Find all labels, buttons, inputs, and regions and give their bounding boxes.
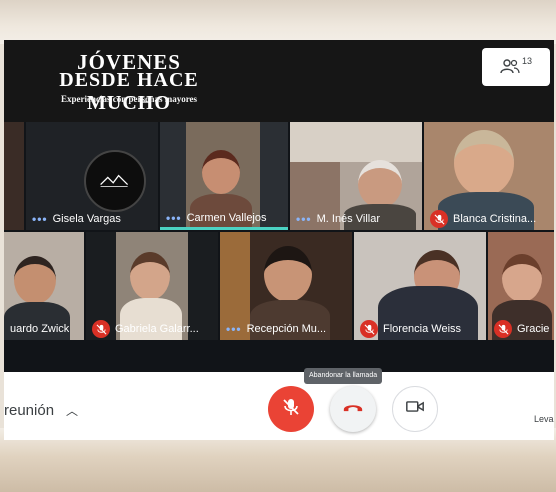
participant-tile-gracie[interactable]: Gracie [488,232,554,340]
microphone-toggle-button[interactable] [268,386,314,432]
participant-name: M. Inés Villar [316,213,380,225]
participant-name: Gracie [517,323,550,335]
participant-tile-florencia[interactable]: Florencia Weiss [354,232,486,340]
mic-off-icon [360,320,378,338]
phone-hangup-icon [342,400,364,418]
participant-tile-ines[interactable]: ••• M. Inés Villar [290,122,422,230]
participant-name: Recepción Mu... [246,323,327,335]
participants-count: 13 [521,56,532,66]
participant-name: Blanca Cristina... [453,213,537,225]
audio-dots-icon: ••• [296,212,312,226]
participant-video [454,130,514,196]
mic-off-icon [430,210,448,228]
presentation-banner: JÓVENES DESDE HACE MUCHO Experiencias co… [4,40,554,122]
people-icon [500,58,520,76]
camera-toggle-button[interactable] [392,386,438,432]
chevron-up-icon[interactable]: ︿ [66,402,78,419]
participant-name: Carmen Vallejos [186,211,267,224]
participant-tile-blanca[interactable]: Blanca Cristina... [424,122,554,230]
participant-video [14,256,56,304]
participants-button[interactable]: 13 [482,48,550,86]
participant-name: Gabriela Galarr... [115,323,199,335]
meeting-details-label[interactable]: reunión [4,402,54,419]
participant-tile-carmen[interactable]: ••• Carmen Vallejos [160,122,288,230]
participants-grid: ••• Gisela Vargas ••• Carmen Vallejos ••… [4,122,554,372]
mic-off-icon [281,397,301,422]
participant-name: uardo Zwick [10,323,70,335]
participant-tile-gisela[interactable]: ••• Gisela Vargas [26,122,158,230]
participant-tile-edge[interactable] [4,122,24,230]
audio-dots-icon: ••• [32,212,48,226]
participant-tile-eduardo[interactable]: uardo Zwick [4,232,84,340]
participant-tile-gabriela[interactable]: Gabriela Galarr... [86,232,218,340]
participant-video [130,252,170,300]
side-label[interactable]: Leva [534,414,554,424]
participant-video [264,246,312,302]
video-call-window: JÓVENES DESDE HACE MUCHO Experiencias co… [4,40,554,440]
call-controls-bar: reunión ︿ Leva [4,372,554,440]
participant-name: Florencia Weiss [383,323,462,335]
participant-name: Gisela Vargas [52,213,121,225]
logo-title-line2: DESDE HACE MUCHO [59,69,199,114]
audio-dots-icon: ••• [166,210,182,225]
participant-video [358,160,402,208]
participant-video [502,254,542,302]
mic-off-icon [92,320,110,338]
mic-off-icon [494,320,512,338]
participant-tile-recepcion[interactable]: ••• Recepción Mu... [220,232,352,340]
logo-tagline: Experiencias con personas mayores [60,94,198,104]
leave-call-tooltip: Abandonar la llamada [304,368,383,384]
videocam-icon [405,399,425,419]
participant-video [202,150,240,194]
avatar [84,150,146,212]
leave-call-button[interactable] [330,386,376,432]
audio-dots-icon: ••• [226,322,242,336]
torn-paper-top [0,0,556,44]
